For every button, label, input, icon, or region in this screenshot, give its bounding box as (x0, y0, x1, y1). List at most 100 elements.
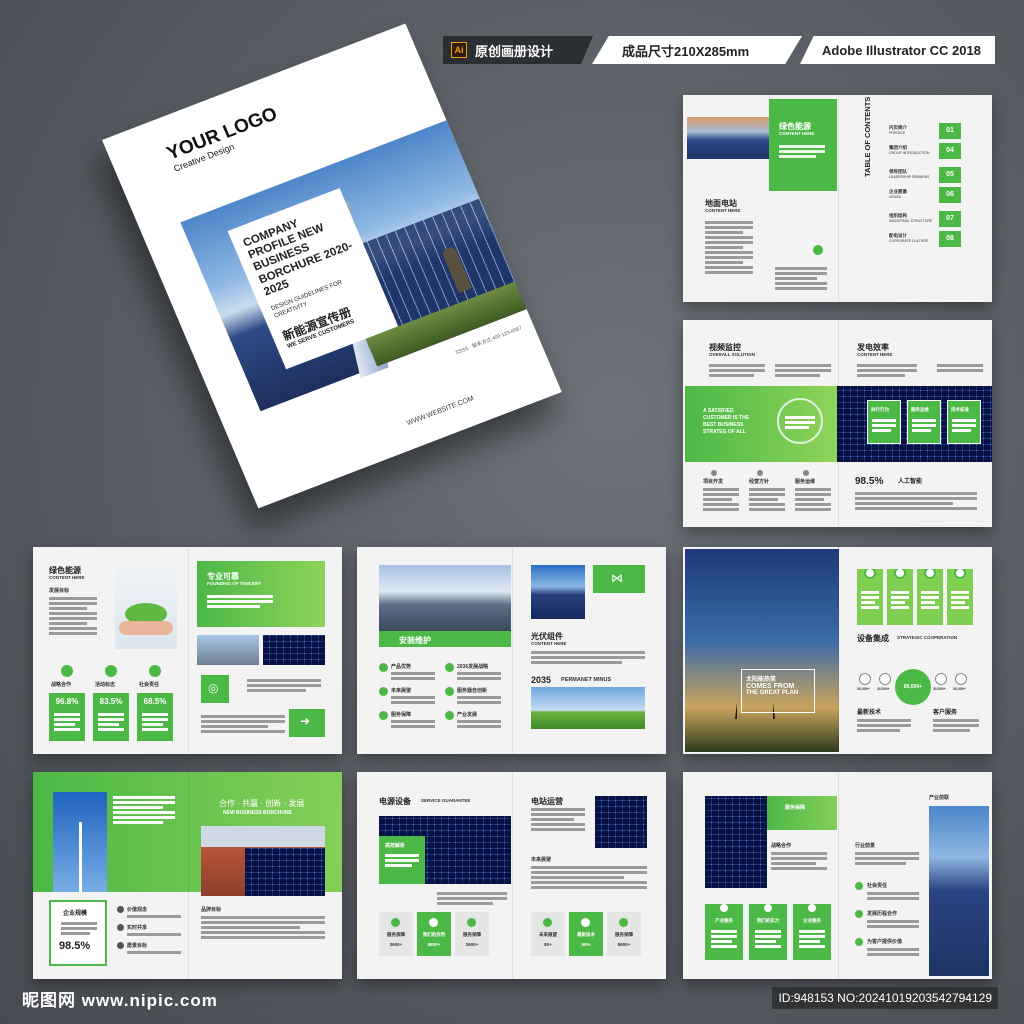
spread-monitoring: 视频监控 OVERALL SOLUTION 发电效率 CONTENT HERE … (683, 320, 992, 527)
roof-solar-photo (201, 826, 325, 896)
tile-label: 我们的实力 (756, 918, 780, 923)
s8-photo (705, 796, 767, 888)
item-lines (391, 670, 435, 682)
toc-number: 04 (939, 143, 961, 159)
item-icon (757, 470, 763, 476)
sunset-solar-photo (687, 117, 769, 159)
toc-number: 05 (939, 167, 961, 183)
spread-integration: 太阳能热泵 COMES FROM THE GREAT PLAN 设备集成 STR… (683, 547, 992, 754)
s7-title1-en: SERVICE GUARANTEE (421, 798, 471, 803)
tile-icon (864, 569, 876, 579)
stat-tile: 服务保障 2900+ (455, 912, 489, 956)
item-label: 未来展望 (391, 688, 412, 694)
illustrator-icon: Ai (451, 42, 467, 58)
power-text (857, 362, 917, 379)
s8-coop-text (771, 850, 827, 872)
node-icon (955, 673, 967, 685)
coop-title: 设备集成 (857, 634, 889, 643)
item-icon (803, 470, 809, 476)
effect-lines (952, 417, 976, 434)
tile-icon (718, 904, 730, 914)
video-sub: OVERALL SOLUTION (709, 352, 755, 357)
node-value: 30,000+ (857, 687, 870, 691)
s3-sub: CONTENT HERE (49, 575, 85, 580)
effect-lines (872, 417, 896, 434)
list-label: 发展历程合作 (867, 911, 898, 917)
s8-coop: 战略合作 (771, 843, 792, 849)
target-tile: ◎ (201, 675, 229, 703)
header-text (113, 794, 175, 826)
tag-software: Adobe Illustrator CC 2018 (800, 36, 995, 64)
ground-text-2 (775, 265, 827, 292)
tile-icon (467, 918, 476, 927)
tile-lines (861, 589, 879, 611)
pro-text (207, 593, 273, 610)
biz-value: 98.5% (59, 940, 91, 952)
s8-header: 服务保障 (767, 796, 837, 830)
toc-en: PREFACE (889, 131, 906, 135)
toc-en: CORPORATE CULTURE (889, 239, 929, 243)
ribbon-label: 高效解析 (385, 843, 406, 849)
s8-tile: 产业服务 (705, 904, 743, 960)
stat-box: 96.8% (49, 693, 85, 741)
quote-band: A SATISFIED CUSTOMER IS THE BEST BUSINES… (685, 386, 837, 462)
s3-text (49, 595, 97, 637)
biz-text (61, 920, 97, 937)
green-text (779, 143, 825, 160)
spread-green-energy: 绿色能源 CONTENT HERE 发展目标 战略合作 96.8% 活动标志 83.5… (33, 547, 342, 754)
tile-label: 未来展望 (539, 932, 557, 937)
list-icon (855, 938, 863, 946)
list-label: 为客户提供价值 (867, 939, 903, 945)
item-lines (457, 670, 501, 682)
stat-icon (149, 665, 161, 677)
quote-lines (785, 414, 815, 431)
pv-year-sub: PERMANET MINUS (561, 677, 612, 683)
overlay-box: 太阳能热泵 COMES FROM THE GREAT PLAN (741, 669, 815, 713)
spread-installation: 安装维护 产品优势 2036发展战略 未来展望 服务器自创新 服务保障 产业发展 ⋈ 光伏… (357, 547, 666, 754)
label-tech: 最新技术 (857, 710, 882, 716)
list-lines (867, 918, 919, 930)
item-icon (445, 711, 454, 720)
tile-label: 企业服务 (803, 918, 821, 923)
pylon-photo: 太阳能热泵 COMES FROM THE GREAT PLAN (685, 549, 839, 752)
center-node: 85,000+ (895, 669, 931, 705)
hands-plant-photo (115, 565, 177, 649)
share-icon: ⋈ (611, 571, 623, 585)
item-icon (445, 687, 454, 696)
overlay-line-3: THE GREAT PLAN (746, 690, 799, 696)
share-tile: ⋈ (593, 565, 645, 593)
node-icon (859, 673, 871, 685)
green-block: 绿色能源 CONTENT HERE (769, 99, 837, 191)
wind-turbine-photo (53, 792, 107, 892)
pv-photo (531, 565, 585, 619)
video-text (709, 362, 765, 379)
node-icon (935, 673, 947, 685)
list-label: 愿景目标 (127, 943, 148, 949)
tile-label: 最新技术 (577, 932, 595, 937)
node-value: 30,000+ (933, 687, 946, 691)
brand-label: 品牌目标 (201, 907, 222, 913)
video-text-2 (775, 362, 831, 379)
effect-box: 服务运维 (907, 400, 941, 444)
toc-en: INDUSTRIAL STRUCTURE (889, 219, 933, 223)
tile-value: 8900+ (617, 942, 631, 947)
item-lines (391, 694, 435, 706)
list-icon (855, 910, 863, 918)
bottom-text (201, 713, 285, 735)
target-text (247, 677, 321, 694)
stat-box: 68.5% (137, 693, 173, 741)
op-photo (595, 796, 647, 848)
arrow-tile: ➜ (289, 709, 325, 737)
item-label: 产品优势 (391, 664, 412, 670)
tile-lines (755, 928, 781, 950)
stat-icon (61, 665, 73, 677)
label-service: 客户服务 (933, 710, 958, 716)
tile-label: 服务保障 (463, 932, 481, 937)
s7-text (437, 890, 507, 907)
integration-tile (887, 569, 913, 625)
stat-label: 战略合作 (51, 682, 72, 688)
stat-label: 人工智能 (898, 479, 923, 485)
item-icon (711, 470, 717, 476)
turbine-tower (79, 822, 82, 892)
s7-title1: 电源设备 (379, 797, 411, 806)
